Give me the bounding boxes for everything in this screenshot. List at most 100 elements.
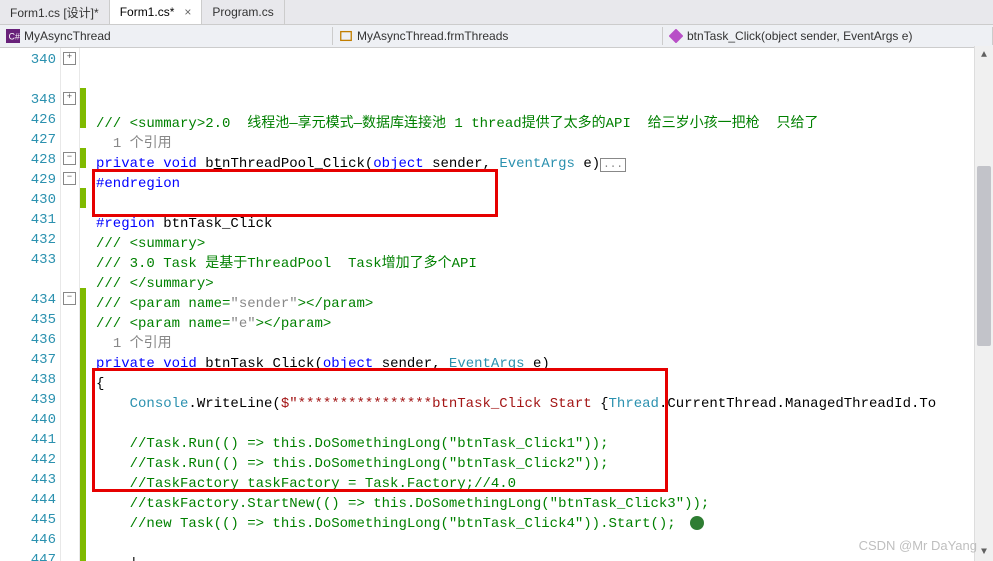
change-marker — [80, 408, 86, 428]
code-line[interactable]: /// <summary>2.0 线程池—享元模式—数据库连接池 1 threa… — [96, 114, 993, 134]
line-number: 430 — [0, 190, 56, 210]
change-marker — [80, 548, 86, 561]
change-margin — [80, 48, 88, 561]
change-marker — [80, 488, 86, 508]
code-line[interactable]: #region btnTask_Click — [96, 214, 993, 234]
code-line[interactable] — [96, 194, 993, 214]
line-number: 427 — [0, 130, 56, 150]
line-number: 444 — [0, 490, 56, 510]
code-line[interactable]: /// 3.0 Task 是基于ThreadPool Task增加了多个API — [96, 254, 993, 274]
tab-label: Form1.cs* — [120, 5, 175, 19]
code-line[interactable]: //new Task(() => this.DoSomethingLong("b… — [96, 514, 993, 534]
code-line[interactable] — [96, 414, 993, 434]
line-number: 426 — [0, 110, 56, 130]
change-marker — [80, 428, 86, 448]
change-marker — [80, 368, 86, 388]
change-marker — [80, 468, 86, 488]
change-marker — [80, 88, 86, 108]
change-marker — [80, 108, 86, 128]
line-number: 435 — [0, 310, 56, 330]
nav-type-dropdown[interactable]: MyAsyncThread.frmThreads — [333, 27, 663, 45]
change-marker — [80, 348, 86, 368]
expand-icon[interactable]: + — [63, 52, 76, 65]
code-line[interactable]: { — [96, 374, 993, 394]
code-line[interactable]: //Task.Run(() => this.DoSomethingLong("b… — [96, 434, 993, 454]
tab-form-code[interactable]: Form1.cs* × — [110, 0, 203, 24]
line-number: 447 — [0, 550, 56, 561]
expand-icon[interactable]: + — [63, 92, 76, 105]
line-number: 348 — [0, 90, 56, 110]
line-number: 445 — [0, 510, 56, 530]
line-number — [0, 70, 56, 90]
change-marker — [80, 328, 86, 348]
collapse-icon[interactable]: − — [63, 292, 76, 305]
code-line[interactable]: 1 个引用 — [96, 334, 993, 354]
line-number: 340 — [0, 50, 56, 70]
method-icon — [669, 29, 683, 43]
change-marker — [80, 528, 86, 548]
navigation-bar: C# MyAsyncThread MyAsyncThread.frmThread… — [0, 25, 993, 48]
document-tabs: Form1.cs [设计]* Form1.cs* × Program.cs — [0, 0, 993, 25]
collapse-icon[interactable]: − — [63, 152, 76, 165]
change-marker — [80, 448, 86, 468]
line-number: 433 — [0, 250, 56, 270]
code-line[interactable]: Console.WriteLine($"****************btnT… — [96, 394, 993, 414]
collapse-icon[interactable]: − — [63, 172, 76, 185]
line-number: 436 — [0, 330, 56, 350]
change-marker — [80, 188, 86, 208]
code-line[interactable]: //taskFactory.StartNew(() => this.DoSome… — [96, 494, 993, 514]
nav-member-dropdown[interactable]: btnTask_Click(object sender, EventArgs e… — [663, 27, 993, 45]
nav-project-label: MyAsyncThread — [24, 29, 111, 43]
code-area[interactable]: /// <summary>2.0 线程池—享元模式—数据库连接池 1 threa… — [88, 48, 993, 561]
change-marker — [80, 308, 86, 328]
nav-project-dropdown[interactable]: C# MyAsyncThread — [0, 27, 333, 45]
line-number-gutter: 3403484264274284294304314324334344354364… — [0, 48, 61, 561]
code-line[interactable]: /// <summary> — [96, 234, 993, 254]
change-marker — [80, 288, 86, 308]
tab-label: Form1.cs [设计]* — [10, 4, 99, 21]
line-number: 438 — [0, 370, 56, 390]
line-number — [0, 270, 56, 290]
class-icon — [339, 29, 353, 43]
line-number: 431 — [0, 210, 56, 230]
tab-form-designer[interactable]: Form1.cs [设计]* — [0, 0, 110, 24]
code-line[interactable]: //TaskFactory taskFactory = Task.Factory… — [96, 474, 993, 494]
line-number: 439 — [0, 390, 56, 410]
code-editor[interactable]: 3403484264274284294304314324334344354364… — [0, 48, 993, 561]
nav-member-label: btnTask_Click(object sender, EventArgs e… — [687, 29, 912, 43]
line-number: 440 — [0, 410, 56, 430]
csharp-icon: C# — [6, 29, 20, 43]
tab-program[interactable]: Program.cs — [202, 0, 284, 24]
code-line[interactable]: #endregion — [96, 174, 993, 194]
line-number: 437 — [0, 350, 56, 370]
code-line[interactable] — [96, 534, 993, 554]
vertical-scrollbar[interactable]: ▲ ▼ — [974, 46, 993, 561]
line-number: 434 — [0, 290, 56, 310]
code-line[interactable]: private void btnTask_Click(object sender… — [96, 354, 993, 374]
change-marker — [80, 508, 86, 528]
line-number: 441 — [0, 430, 56, 450]
line-number: 428 — [0, 150, 56, 170]
code-line[interactable]: 1 个引用 — [96, 134, 993, 154]
scroll-thumb[interactable] — [977, 166, 991, 346]
svg-text:C#: C# — [9, 32, 20, 42]
code-line[interactable]: /// <param name="sender"></param> — [96, 294, 993, 314]
code-line[interactable]: /// <param name="e"></param> — [96, 314, 993, 334]
close-icon[interactable]: × — [184, 5, 191, 19]
scroll-up-button[interactable]: ▲ — [975, 46, 993, 64]
change-marker — [80, 148, 86, 168]
scroll-down-button[interactable]: ▼ — [975, 543, 993, 561]
line-number: 443 — [0, 470, 56, 490]
line-number: 429 — [0, 170, 56, 190]
code-line[interactable]: private void btnThreadPool_Click(object … — [96, 154, 993, 174]
line-number: 442 — [0, 450, 56, 470]
code-line[interactable]: /// </summary> — [96, 274, 993, 294]
line-number: 432 — [0, 230, 56, 250]
code-line[interactable]: | — [96, 554, 993, 561]
code-line[interactable]: //Task.Run(() => this.DoSomethingLong("b… — [96, 454, 993, 474]
tab-label: Program.cs — [212, 5, 273, 19]
line-number: 446 — [0, 530, 56, 550]
fold-margin: + + − − − — [61, 48, 80, 561]
change-marker — [80, 388, 86, 408]
nav-type-label: MyAsyncThread.frmThreads — [357, 29, 508, 43]
